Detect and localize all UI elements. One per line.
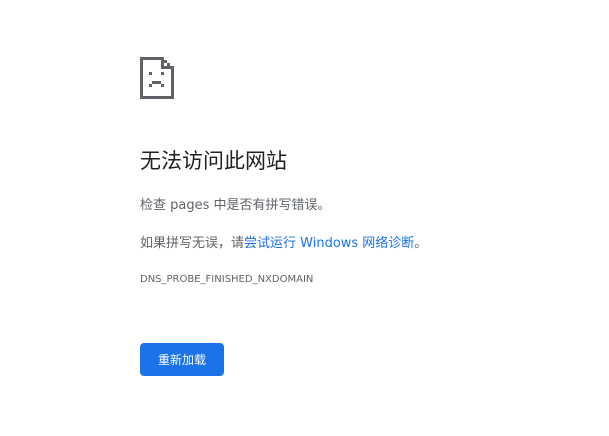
reload-button[interactable]: 重新加载 [140, 343, 224, 376]
suggestion-prefix: 如果拼写无误，请 [140, 236, 245, 251]
page-title: 无法访问此网站 [140, 149, 287, 173]
error-page: 无法访问此网站 检查 pages 中是否有拼写错误。 如果拼写无误，请尝试运行 … [0, 0, 609, 436]
network-diagnostics-link[interactable]: 尝试运行 Windows 网络诊断 [244, 236, 414, 251]
spelling-check-text: 检查 pages 中是否有拼写错误。 [140, 198, 331, 213]
error-code: DNS_PROBE_FINISHED_NXDOMAIN [140, 274, 314, 285]
diagnostics-suggestion: 如果拼写无误，请尝试运行 Windows 网络诊断。 [140, 232, 427, 251]
suggestion-suffix: 。 [414, 236, 428, 251]
sad-page-icon [140, 57, 174, 99]
